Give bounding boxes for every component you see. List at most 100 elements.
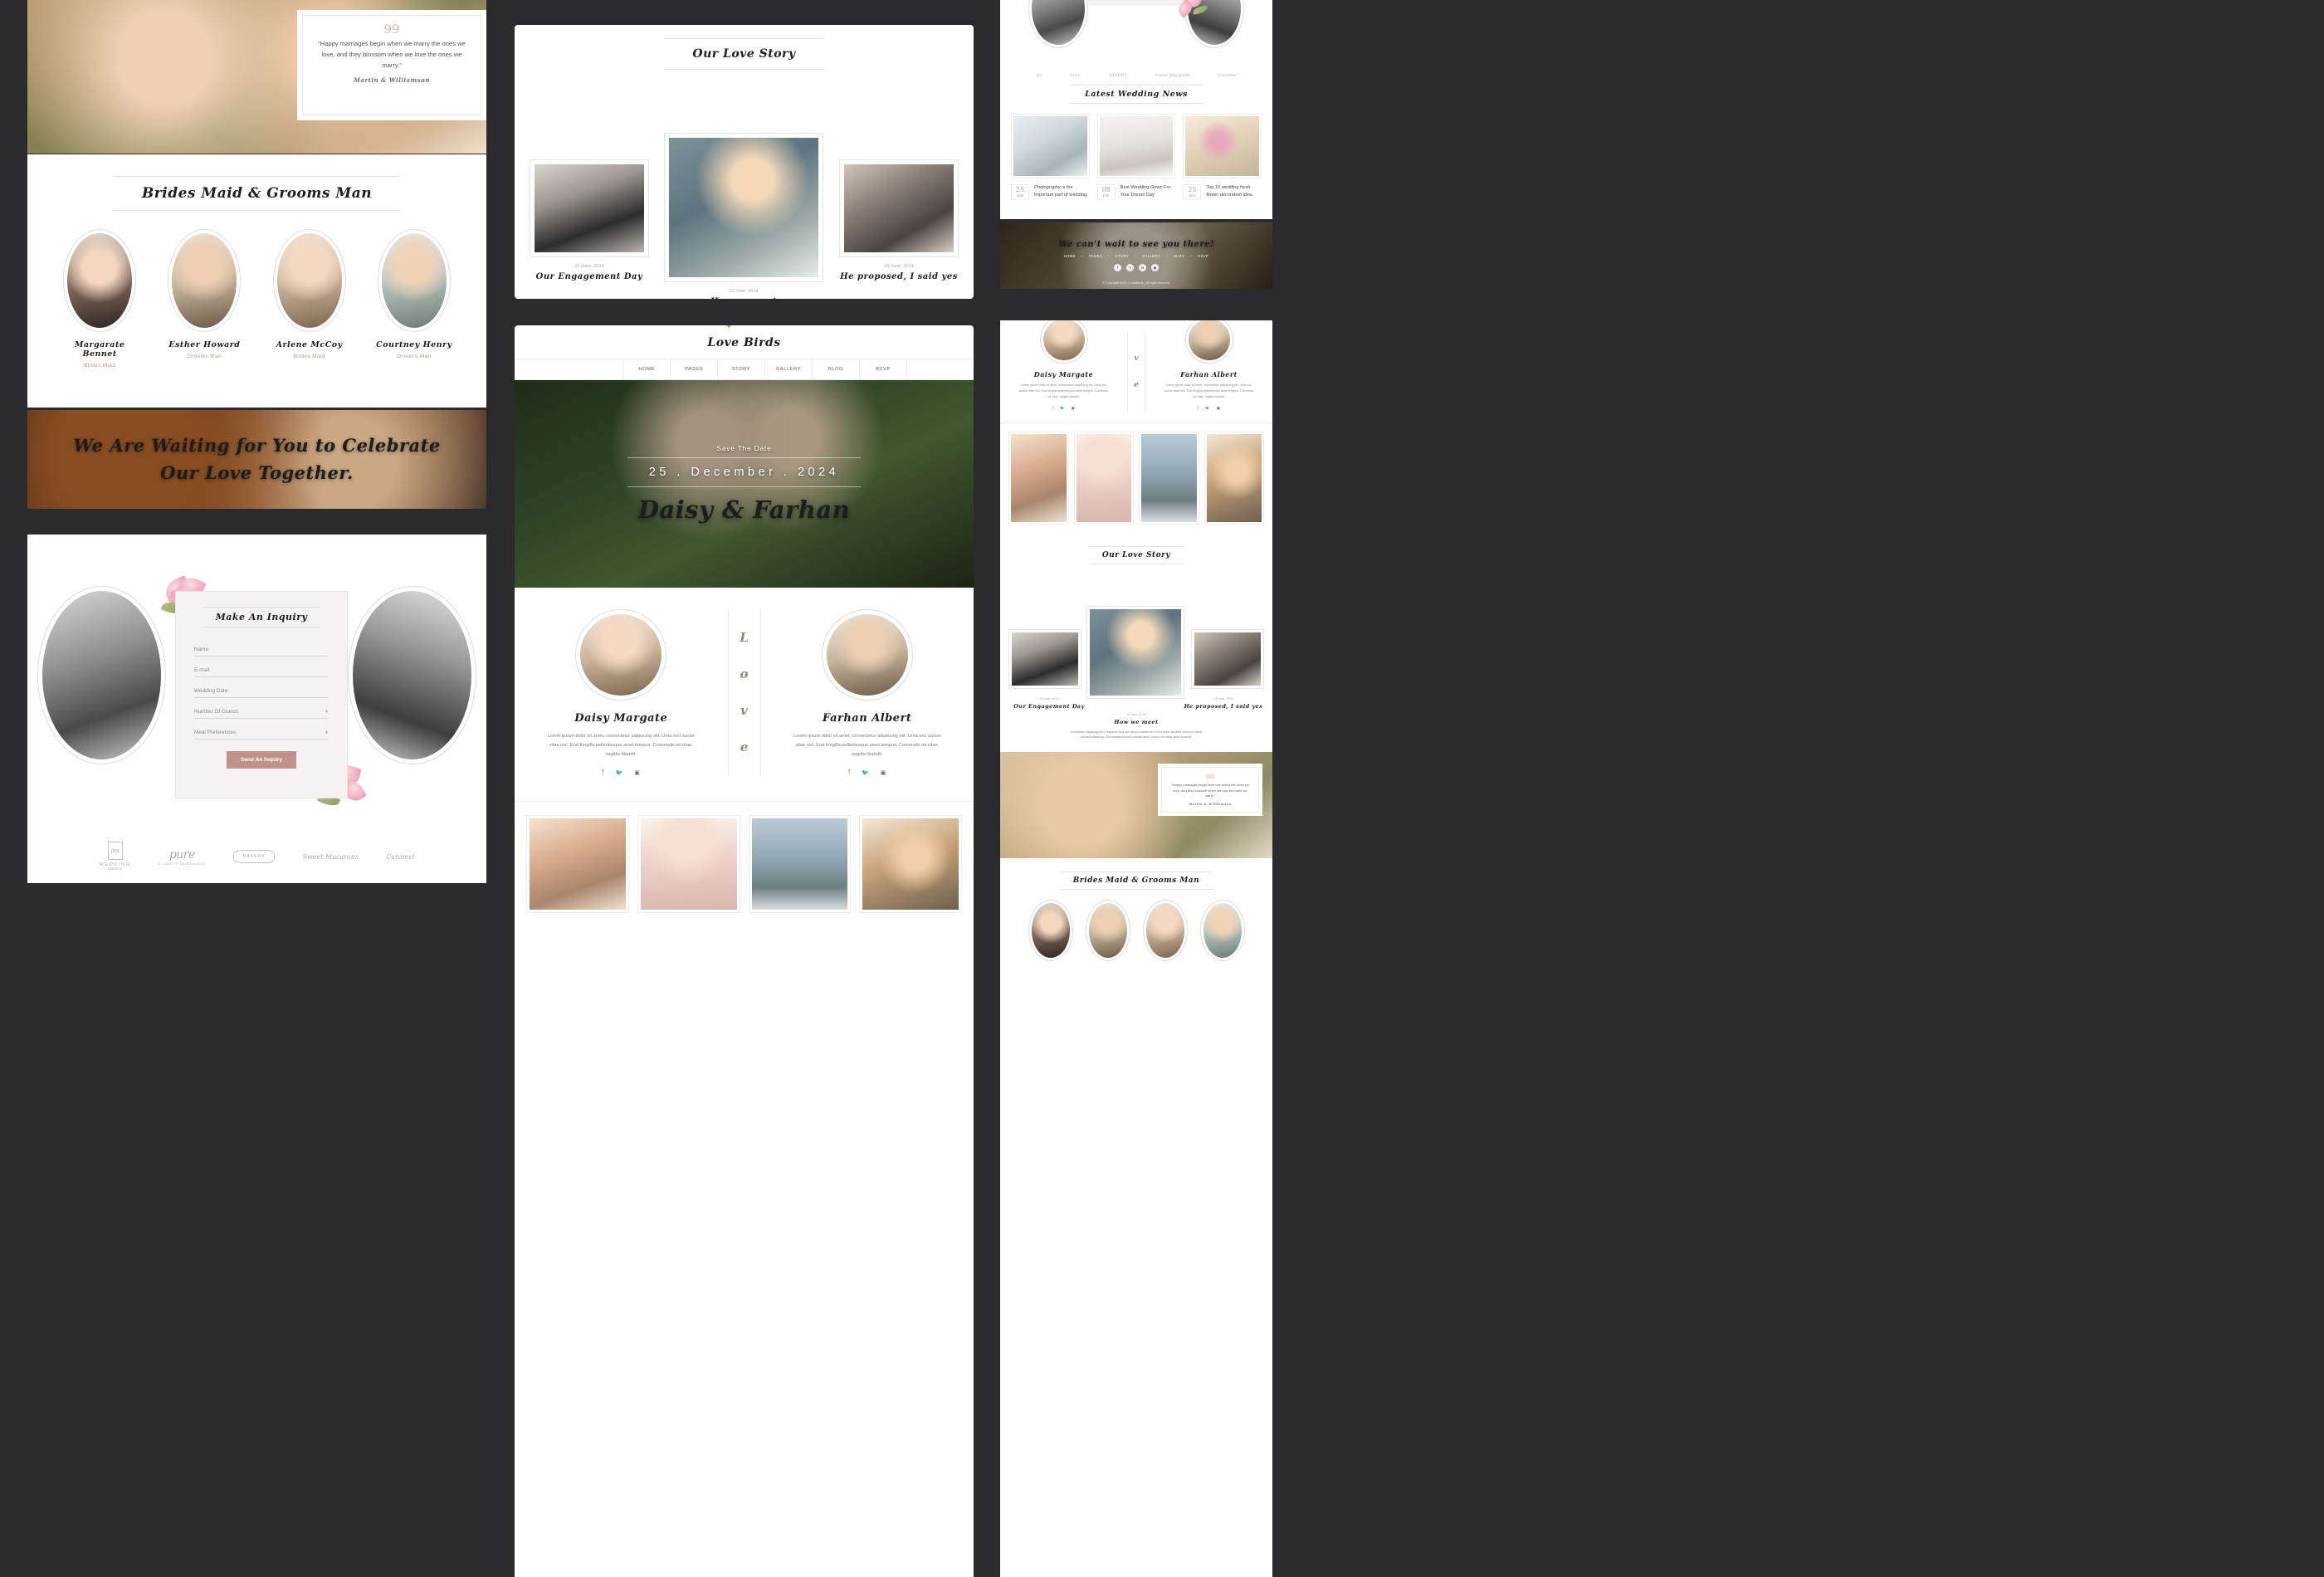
nav-item-blog[interactable]: BLOG <box>813 359 860 379</box>
meal-select-label: Meal Preferences <box>194 730 237 735</box>
story-heading: He proposed, I said yes <box>840 272 958 281</box>
instagram-icon[interactable]: ▣ <box>881 769 886 776</box>
team-member[interactable]: Margarate Bennet Brides Maid <box>58 229 141 369</box>
story-card-proposal[interactable] <box>839 159 959 257</box>
partner-logo-mark: Sweet Macarons <box>302 852 359 861</box>
team-member[interactable] <box>1028 899 1073 961</box>
instagram-icon[interactable]: ▣ <box>634 769 640 776</box>
gallery-item[interactable] <box>859 814 962 913</box>
team-member[interactable] <box>1142 899 1188 961</box>
gallery-item[interactable] <box>1139 431 1199 525</box>
gallery-item[interactable] <box>526 814 629 913</box>
story-heading: Our Engagement Day <box>1013 702 1085 710</box>
linkedin-icon[interactable]: in <box>1139 264 1146 271</box>
facebook-icon[interactable]: f <box>603 769 604 776</box>
panel-love-story: Our Love Story 15 June, 2014 Our Engagem… <box>515 25 974 299</box>
partner-logo-caramel[interactable]: Caramel <box>386 853 414 861</box>
couple-section: Daisy Margate Lorem ipsum dolor sit amet… <box>1000 320 1272 422</box>
wedding-date-label: Wedding Date <box>194 688 228 694</box>
nav-item-story[interactable]: STORY <box>718 359 765 379</box>
gallery-item[interactable] <box>1073 431 1134 525</box>
couple-groom: Farhan Albert Lorem ipsum dolor sit amet… <box>761 609 974 776</box>
footer-nav-story[interactable]: STORY <box>1116 254 1129 258</box>
avatar <box>1199 899 1245 961</box>
partner-logo-jes-wedding[interactable]: jes WEDDING agency <box>100 842 131 872</box>
team-member[interactable] <box>1085 899 1130 961</box>
partner-logo-bakery[interactable]: BAKERY <box>232 850 276 863</box>
twitter-icon[interactable]: 🐦 <box>1205 406 1209 411</box>
nav-item-rsvp[interactable]: RSVP <box>860 359 907 379</box>
meal-select[interactable]: Meal Preferences ▼ <box>194 727 329 740</box>
instagram-icon[interactable]: ◉ <box>1151 264 1159 271</box>
hero-names: Daisy & Farhan <box>637 496 851 524</box>
news-month: June <box>1016 193 1024 198</box>
news-card[interactable]: 25 June Top 10 wedding fresh flower deco… <box>1183 114 1262 200</box>
news-card[interactable]: 25 June Photography is the important par… <box>1011 114 1090 200</box>
footer-nav-rsvp[interactable]: RSVP <box>1198 254 1208 258</box>
nav-spacer <box>907 359 974 379</box>
news-card[interactable]: 08 Feb Best Wedding Gown For Your Dream … <box>1096 114 1176 200</box>
email-field-label: E-mail <box>194 667 210 673</box>
story-card-proposal[interactable] <box>1191 628 1264 689</box>
facebook-icon[interactable]: f <box>1114 264 1121 271</box>
nav-item-home[interactable]: HOME <box>623 359 671 379</box>
footer-nav-home[interactable]: HOME <box>1064 254 1076 258</box>
twitter-icon[interactable]: 🐦 <box>1060 406 1064 411</box>
partner-logo-sub: agency <box>108 867 122 872</box>
bride-socials: f 🐦 ▣ <box>1000 406 1127 411</box>
team-member[interactable]: Courtney Henry Grooms Man <box>373 229 456 369</box>
story-card-how-we-meet[interactable] <box>1086 605 1184 699</box>
name-field[interactable]: Name <box>194 644 329 657</box>
footer-heading: We can't wait to see you there! <box>1058 240 1214 249</box>
team-row: Margarate Bennet Brides Maid Esther Howa… <box>27 229 486 369</box>
guests-select[interactable]: Number Of Guests ▼ <box>194 706 329 719</box>
groom-name: Farhan Albert <box>823 712 912 725</box>
facebook-icon[interactable]: f <box>1198 406 1199 411</box>
avatar <box>1039 320 1088 364</box>
bride-socials: f 🐦 ▣ <box>515 769 728 776</box>
email-field[interactable]: E-mail <box>194 665 329 677</box>
gallery-item[interactable] <box>748 814 852 913</box>
team-member[interactable]: Arlene McCoy Brides Maid <box>268 229 351 369</box>
partner-logo-sweet-macarons[interactable]: Sweet Macarons <box>302 853 359 861</box>
team-member[interactable]: Esther Howard Grooms Man <box>163 229 246 369</box>
story-card-how-we-meet[interactable] <box>664 133 823 282</box>
story-card-engagement[interactable] <box>530 159 649 257</box>
partner-logo-mark: Caramel <box>386 852 415 861</box>
footer-nav-gallery[interactable]: GALLERY <box>1142 254 1160 258</box>
site-logo[interactable]: Love Birds ✦ <box>515 325 974 359</box>
couple-section: Daisy Margate Lorem ipsum dolor sit amet… <box>515 588 974 801</box>
send-inquiry-button[interactable]: Send An Inquiry <box>226 751 297 769</box>
gallery-item[interactable] <box>1008 431 1069 525</box>
twitter-icon[interactable]: t <box>1126 264 1134 271</box>
nav-item-gallery[interactable]: GALLERY <box>765 359 813 379</box>
wedding-date-field[interactable]: Wedding Date <box>194 686 329 698</box>
story-date: 15 June, 2014 <box>729 289 759 294</box>
news-month: Feb <box>1103 193 1110 198</box>
avatar <box>575 609 667 701</box>
panel-latest-news: Latest Wedding News 25 June Photography … <box>1000 76 1272 219</box>
footer-nav-blog[interactable]: BLOG <box>1174 254 1184 258</box>
nav-item-pages[interactable]: PAGES <box>671 359 718 379</box>
footer-nav-pages[interactable]: PAGES <box>1089 254 1102 258</box>
facebook-icon[interactable]: f <box>848 769 850 776</box>
bridesmaid-title: Brides Maid & Grooms Man <box>1059 871 1213 890</box>
avatar <box>63 229 137 332</box>
instagram-icon[interactable]: ▣ <box>1072 406 1075 411</box>
love-story-title: Our Love Story <box>1088 545 1184 564</box>
site-hero: Save The Date 25 . December . 2024 Daisy… <box>515 380 974 588</box>
inquiry-form: Make An Inquiry Name E-mail Wedding Date… <box>175 591 348 798</box>
team-member[interactable] <box>1199 899 1245 961</box>
twitter-icon[interactable]: 🐦 <box>862 769 869 776</box>
twitter-icon[interactable]: 🐦 <box>616 769 623 776</box>
avatar <box>1085 899 1130 961</box>
instagram-icon[interactable]: ▣ <box>1217 406 1220 411</box>
gallery-item[interactable] <box>637 814 740 913</box>
avatar <box>1028 899 1073 961</box>
story-card-engagement[interactable] <box>1008 628 1081 689</box>
facebook-icon[interactable]: f <box>1052 406 1053 411</box>
partner-logo-pure[interactable]: pure S JAMES HANDMADE <box>159 848 206 866</box>
gallery-item[interactable] <box>1204 431 1264 525</box>
bridesmaid-title-wrap: Brides Maid & Grooms Man <box>27 154 486 211</box>
news-title: Photography is the important part of wed… <box>1034 185 1088 198</box>
